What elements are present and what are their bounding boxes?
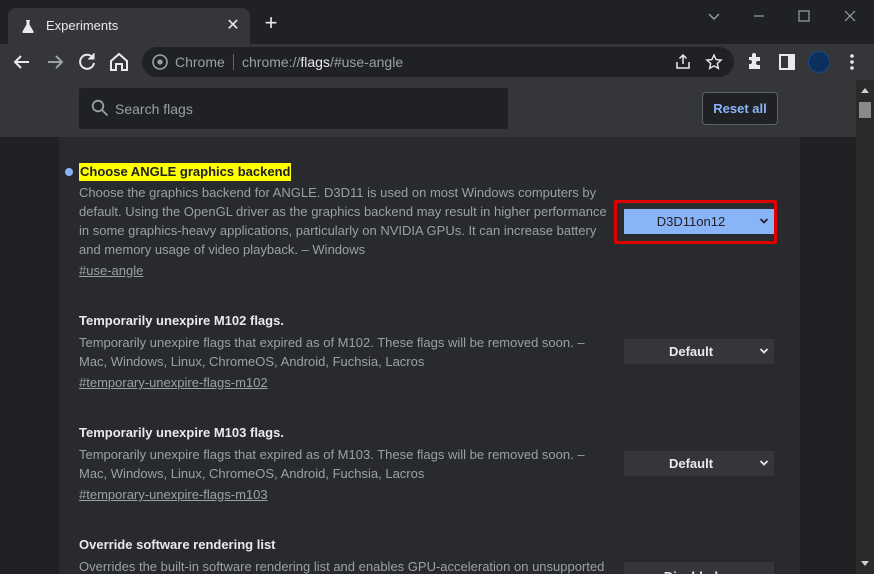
flag-description: Temporarily unexpire flags that expired … (79, 447, 585, 481)
flag-title: Temporarily unexpire M102 flags. (79, 313, 284, 328)
left-gutter (0, 137, 59, 574)
back-icon[interactable] (10, 50, 34, 74)
flag-description: Choose the graphics backend for ANGLE. D… (79, 185, 607, 257)
tab-strip: Experiments ✕ + (0, 0, 874, 44)
browser-toolbar: Chrome chrome://flags/#use-angle (0, 44, 874, 80)
flag-permalink[interactable]: #temporary-unexpire-flags-m103 (79, 485, 268, 504)
maximize-icon[interactable] (794, 6, 814, 26)
extensions-icon[interactable] (743, 50, 767, 74)
flag-permalink[interactable]: #temporary-unexpire-flags-m102 (79, 373, 268, 392)
close-window-icon[interactable] (840, 6, 860, 26)
flag-title: Override software rendering list (79, 537, 276, 552)
kebab-menu-icon[interactable] (840, 50, 864, 74)
address-bar[interactable]: Chrome chrome://flags/#use-angle (142, 47, 734, 77)
chrome-logo-icon (152, 54, 168, 70)
flag-description: Overrides the built-in software renderin… (79, 559, 605, 574)
flag-item-use-angle: Choose ANGLE graphics backend Choose the… (79, 163, 609, 280)
browser-window: Experiments ✕ + Chrome chrome://flags/#u… (0, 0, 874, 574)
flag-title: Temporarily unexpire M103 flags. (79, 425, 284, 440)
url-path: /#use-angle (329, 54, 404, 70)
reload-icon[interactable] (75, 50, 99, 74)
selected-value: Disabled (624, 564, 758, 574)
minimize-icon[interactable] (749, 6, 769, 26)
flag-item-unexpire-m103: Temporarily unexpire M103 flags. Tempora… (79, 424, 609, 504)
tab-title: Experiments (46, 18, 119, 33)
star-icon[interactable] (705, 53, 723, 71)
chevron-down-icon (759, 348, 769, 354)
chevron-down-icon[interactable] (704, 6, 724, 26)
modified-indicator-dot (65, 168, 73, 176)
flag-title: Choose ANGLE graphics backend (79, 163, 292, 181)
reset-all-button[interactable]: Reset all (702, 92, 778, 125)
share-icon[interactable] (674, 53, 692, 71)
search-icon (91, 99, 109, 117)
search-input[interactable] (115, 88, 495, 129)
flask-icon (22, 20, 34, 34)
selected-value: Default (668, 456, 714, 471)
callout-highlight-box (614, 200, 777, 244)
search-box[interactable] (79, 88, 508, 129)
flag-permalink[interactable]: #use-angle (79, 261, 143, 280)
url-text[interactable]: chrome://flags/#use-angle (242, 54, 403, 70)
flag-select-override-software-rendering[interactable]: Disabled (624, 562, 774, 574)
profile-avatar[interactable] (808, 51, 830, 73)
chevron-down-icon (759, 460, 769, 466)
flag-item-unexpire-m102: Temporarily unexpire M102 flags. Tempora… (79, 312, 609, 392)
url-host: flags (300, 54, 330, 70)
home-icon[interactable] (107, 50, 131, 74)
page-scrollbar[interactable] (856, 80, 874, 574)
side-panel-icon[interactable] (775, 50, 799, 74)
scroll-thumb[interactable] (859, 102, 871, 118)
flag-item-override-software-rendering: Override software rendering list Overrid… (79, 536, 619, 574)
new-tab-icon[interactable]: + (260, 12, 282, 35)
flags-header: Reset all (0, 80, 856, 137)
omnibox-divider (233, 54, 234, 70)
flag-select-unexpire-m103[interactable]: Default (624, 451, 774, 476)
site-chip: Chrome (175, 54, 225, 70)
selected-value: Default (668, 344, 714, 359)
flag-select-unexpire-m102[interactable]: Default (624, 339, 774, 364)
close-tab-icon[interactable]: ✕ (224, 17, 242, 35)
scroll-down-icon[interactable] (860, 560, 870, 568)
url-scheme: chrome:// (242, 54, 301, 70)
scroll-up-icon[interactable] (860, 86, 870, 94)
flag-description: Temporarily unexpire flags that expired … (79, 335, 585, 369)
tab-experiments[interactable]: Experiments ✕ (8, 8, 250, 44)
forward-icon[interactable] (43, 50, 67, 74)
